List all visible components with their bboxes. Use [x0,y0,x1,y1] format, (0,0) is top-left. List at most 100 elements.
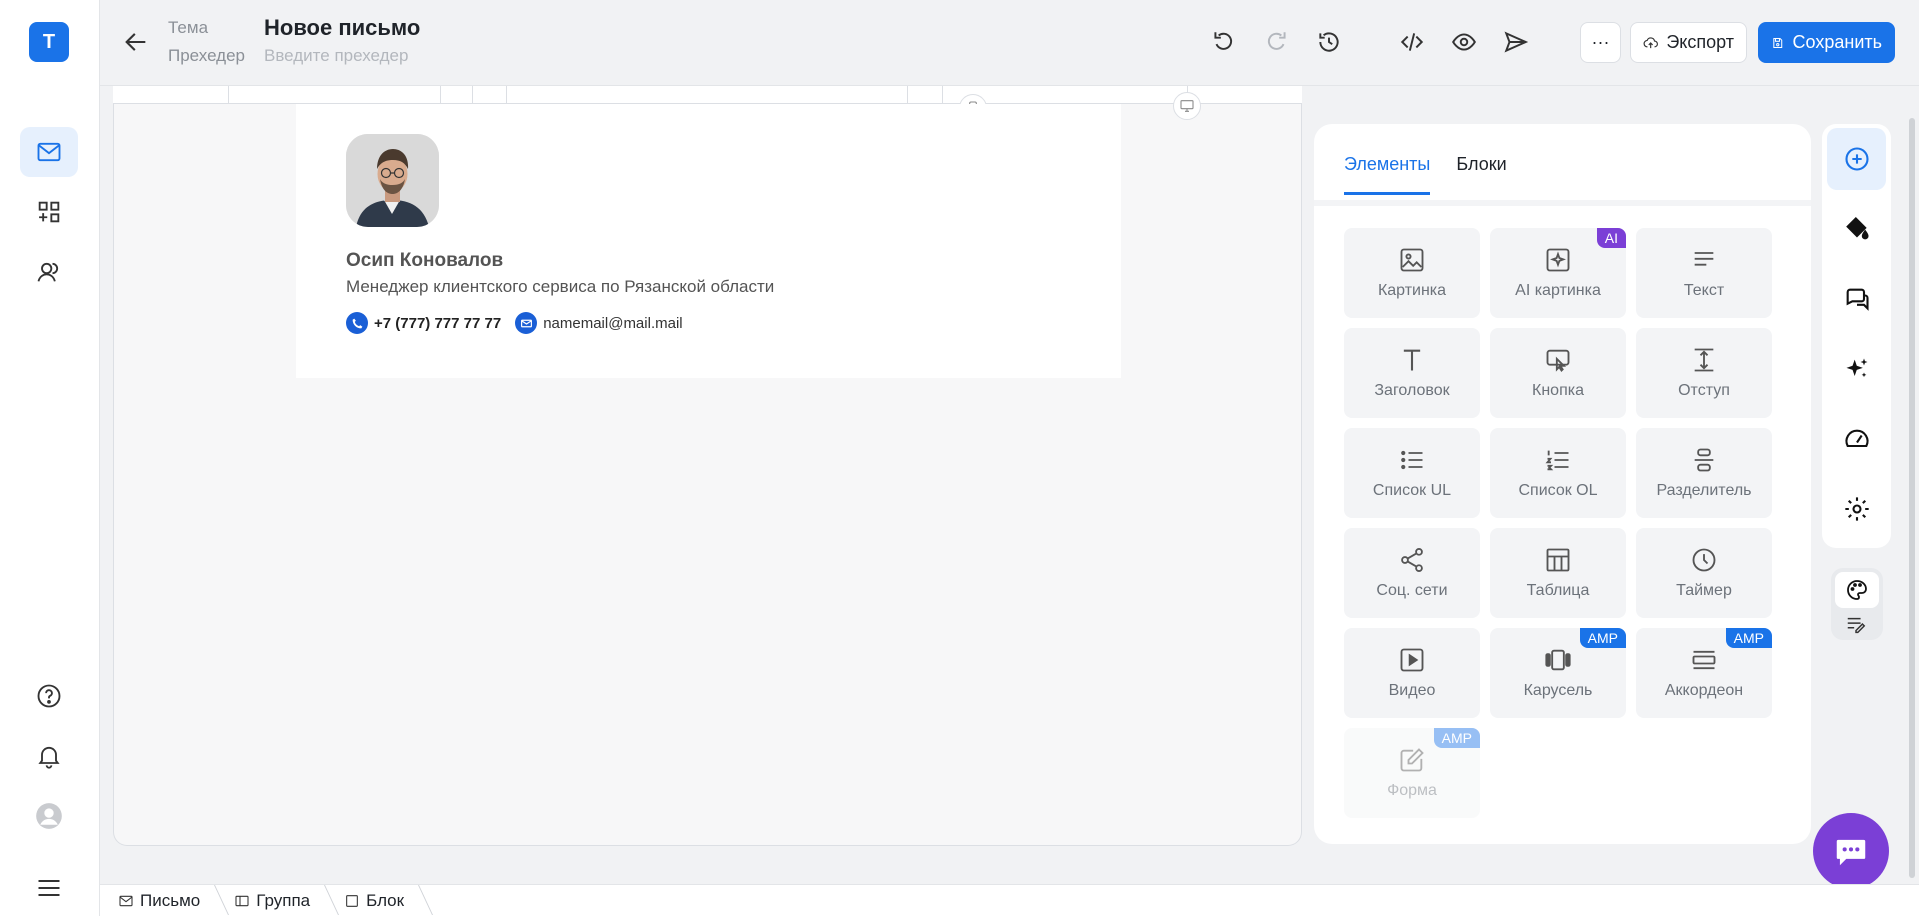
topic-label: Тема [168,18,209,37]
list-ol-icon [1545,450,1569,471]
email-body[interactable]: Осип Коновалов Менеджер клиентского серв… [296,104,1121,378]
element-accordion[interactable]: AMP Аккордеон [1636,628,1772,718]
help-button[interactable] [20,671,78,721]
save-button[interactable]: Сохранить [1758,22,1895,63]
redo-button[interactable] [1261,26,1293,58]
elements-grid: Картинка AI AI картинка Текст Заголовок … [1344,228,1772,818]
speedometer-icon [1844,429,1869,448]
add-element-button[interactable] [1827,128,1886,190]
avatar-icon [36,803,62,829]
element-label: Кнопка [1532,382,1584,399]
back-button[interactable] [122,28,150,56]
palette-button[interactable] [1835,572,1879,608]
send-button[interactable] [1500,26,1532,58]
mail-nav-button[interactable] [20,127,78,177]
breadcrumb: Письмо Группа Блок [100,884,1919,916]
tab-blocks[interactable]: Блоки [1456,154,1506,195]
eye-icon [1452,33,1476,51]
crumb-label: Группа [256,890,311,910]
settings-button[interactable] [1827,478,1886,540]
right-toolbar [1822,124,1891,548]
element-button[interactable]: Кнопка [1490,328,1626,418]
element-video[interactable]: Видео [1344,628,1480,718]
crumb-group[interactable]: Группа [234,891,332,911]
notifications-button[interactable] [20,731,78,781]
element-ai-image[interactable]: AI AI картинка [1490,228,1626,318]
mail-icon [119,895,133,906]
element-form[interactable]: AMP Форма [1344,728,1480,818]
code-icon [1400,33,1424,51]
signature-email[interactable]: namemail@mail.mail [543,315,682,332]
signature-photo[interactable] [346,134,439,227]
preheader-input[interactable]: Введите прехедер [264,46,408,66]
styles-button[interactable] [1827,198,1886,260]
email-icon [515,312,538,334]
element-divider[interactable]: Разделитель [1636,428,1772,518]
support-chat-button[interactable] [1813,813,1889,889]
contacts-nav-button[interactable] [20,247,78,297]
profile-button[interactable] [20,791,78,841]
users-icon [37,262,59,282]
blocks-nav-button[interactable] [20,187,78,237]
panel-tabs: Элементы Блоки [1344,154,1507,195]
send-icon [1504,31,1529,53]
element-timer[interactable]: Таймер [1636,528,1772,618]
element-image[interactable]: Картинка [1344,228,1480,318]
crumb-letter[interactable]: Письмо [118,891,222,911]
amp-badge: AMP [1579,628,1626,648]
preview-button[interactable] [1448,26,1480,58]
help-icon [37,684,61,708]
element-table[interactable]: Таблица [1490,528,1626,618]
form-edit-icon [1400,748,1424,772]
save-icon [1773,37,1783,48]
blocks-icon [38,201,60,223]
element-label: Картинка [1377,282,1447,299]
elements-panel: Элементы Блоки Картинка AI AI картинка Т… [1314,124,1811,844]
heading-icon [1403,349,1421,371]
signature-phone[interactable]: +7 (777) 777 77 77 [374,315,501,332]
paint-bucket-icon [1845,217,1869,240]
plus-circle-icon [1844,147,1869,171]
more-button[interactable]: ··· [1580,22,1621,63]
element-label: Карусель [1523,682,1593,699]
page-scrollbar[interactable] [1909,118,1915,878]
element-heading[interactable]: Заголовок [1344,328,1480,418]
redo-icon [1267,32,1286,50]
text-edit-button[interactable] [1845,614,1867,641]
element-list-ol[interactable]: Список OL [1490,428,1626,518]
undo-button[interactable] [1207,26,1239,58]
signature-name: Осип Коновалов [346,250,504,271]
editor-header: Тема Новое письмо Прехедер Введите прехе… [100,0,1919,86]
amp-badge: AMP [1725,628,1772,648]
ai-assistant-button[interactable] [1827,338,1886,400]
signature-contacts: +7 (777) 777 77 77 namemail@mail.mail [346,312,683,334]
palette-icon [1847,580,1867,600]
comments-button[interactable] [1827,268,1886,330]
export-button[interactable]: Экспорт [1630,22,1747,63]
element-social[interactable]: Соц. сети [1344,528,1480,618]
tab-elements[interactable]: Элементы [1344,154,1431,195]
email-title[interactable]: Новое письмо [264,15,420,41]
menu-button[interactable] [20,865,78,911]
element-label: Отступ [1678,382,1730,399]
person-photo-icon [346,134,439,227]
crumb-block[interactable]: Блок [344,891,426,911]
bell-icon [38,746,60,769]
code-button[interactable] [1396,26,1428,58]
app-logo[interactable]: T [29,22,69,62]
element-carousel[interactable]: AMP Карусель [1490,628,1626,718]
desktop-view-button[interactable] [1173,92,1201,120]
save-label: Сохранить [1792,32,1882,52]
mail-icon [37,142,61,162]
signature-role: Менеджер клиентского сервиса по Рязанско… [346,277,775,296]
list-ul-icon [1401,450,1423,470]
video-icon [1400,648,1424,672]
history-button[interactable] [1313,26,1345,58]
phone-icon [346,312,368,334]
element-spacer[interactable]: Отступ [1636,328,1772,418]
element-label: Список OL [1518,482,1598,499]
element-text[interactable]: Текст [1636,228,1772,318]
performance-button[interactable] [1827,408,1886,470]
element-list-ul[interactable]: Список UL [1344,428,1480,518]
crumb-label: Блок [366,890,405,910]
